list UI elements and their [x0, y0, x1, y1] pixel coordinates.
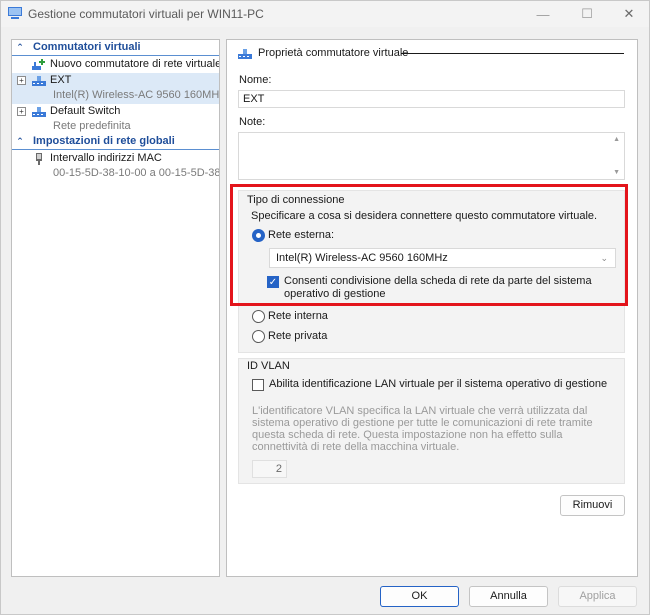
- close-button[interactable]: ✕: [609, 4, 649, 24]
- remove-button[interactable]: Rimuovi: [560, 495, 625, 516]
- network-switch-icon: [32, 107, 46, 117]
- properties-header: Proprietà commutatore virtuale: [258, 47, 409, 59]
- vlan-title: ID VLAN: [247, 360, 290, 372]
- default-switch-detail: Rete predefinita: [53, 120, 131, 132]
- private-network-label[interactable]: Rete privata: [268, 330, 327, 342]
- chevron-down-icon: ⌄: [600, 253, 608, 263]
- connection-type-group: Tipo di connessione Specificare a cosa s…: [238, 190, 625, 353]
- vlan-description: L'identificatore VLAN specifica la LAN v…: [252, 405, 593, 453]
- plus-expander-icon[interactable]: +: [17, 76, 26, 85]
- notes-label: Note:: [239, 116, 266, 128]
- network-switch-icon: [32, 76, 46, 86]
- tree-item-switch-ext[interactable]: + EXT Intel(R) Wireless-AC 9560 160MHz: [12, 73, 219, 104]
- switch-tree-panel: ⌃ Commutatori virtuali Nuovo commutatore…: [11, 39, 220, 577]
- switch-ext-detail: Intel(R) Wireless-AC 9560 160MHz: [53, 89, 220, 101]
- network-switch-icon: [238, 49, 252, 59]
- network-adapter-selected: Intel(R) Wireless-AC 9560 160MHz: [276, 252, 448, 264]
- title-bar: Gestione commutatori virtuali per WIN11-…: [1, 1, 649, 27]
- double-chevron-up-icon: ⌃: [16, 136, 24, 146]
- window-title: Gestione commutatori virtuali per WIN11-…: [28, 7, 264, 21]
- external-network-radio[interactable]: [252, 229, 265, 242]
- mac-range-detail: 00-15-5D-38-10-00 a 00-15-5D-38...: [53, 167, 220, 179]
- connection-description: Specificare a cosa si desidera connetter…: [251, 210, 598, 222]
- header-divider: [401, 53, 624, 54]
- enable-vlan-label[interactable]: Abilita identificazione LAN virtuale per…: [269, 378, 607, 390]
- section-virtual-switches[interactable]: ⌃ Commutatori virtuali: [12, 41, 219, 56]
- vlan-id-input[interactable]: 2: [252, 460, 287, 478]
- default-switch-name: Default Switch: [50, 105, 121, 117]
- name-input[interactable]: [238, 90, 625, 108]
- maximize-button[interactable]: ☐: [567, 4, 607, 24]
- section-global-settings[interactable]: ⌃ Impostazioni di rete globali: [12, 135, 219, 150]
- ok-button[interactable]: OK: [380, 586, 459, 607]
- switch-ext-name: EXT: [50, 74, 72, 86]
- connection-type-title: Tipo di connessione: [247, 194, 345, 206]
- scroll-down-icon[interactable]: ▼: [613, 169, 620, 176]
- notes-textarea[interactable]: ▲ ▼: [238, 132, 625, 180]
- section-global-settings-label: Impostazioni di rete globali: [33, 135, 175, 147]
- scroll-up-icon[interactable]: ▲: [613, 136, 620, 143]
- virtual-switch-manager-icon: [8, 7, 22, 19]
- switch-properties-panel: Proprietà commutatore virtuale Nome: Not…: [226, 39, 638, 577]
- private-network-radio[interactable]: [252, 330, 265, 343]
- allow-management-os-checkbox[interactable]: ✓: [267, 276, 279, 288]
- internal-network-label[interactable]: Rete interna: [268, 310, 328, 322]
- virtual-switch-manager-window: Gestione commutatori virtuali per WIN11-…: [0, 0, 650, 615]
- mac-range-name: Intervallo indirizzi MAC: [50, 152, 162, 164]
- section-virtual-switches-label: Commutatori virtuali: [33, 41, 141, 53]
- tree-item-new-switch[interactable]: Nuovo commutatore di rete virtuale: [12, 57, 219, 73]
- tree-item-default-switch[interactable]: + Default Switch Rete predefinita: [12, 104, 219, 135]
- network-adapter-select[interactable]: Intel(R) Wireless-AC 9560 160MHz ⌄: [269, 248, 616, 268]
- double-chevron-up-icon: ⌃: [16, 42, 24, 52]
- cancel-button[interactable]: Annulla: [469, 586, 548, 607]
- external-network-label[interactable]: Rete esterna:: [268, 229, 334, 241]
- minimize-button[interactable]: —: [523, 4, 563, 24]
- new-switch-icon: [32, 59, 45, 70]
- enable-vlan-checkbox[interactable]: [252, 379, 264, 391]
- apply-button[interactable]: Applica: [558, 586, 637, 607]
- plus-expander-icon[interactable]: +: [17, 107, 26, 116]
- name-label: Nome:: [239, 74, 272, 86]
- network-adapter-icon: [36, 153, 42, 165]
- internal-network-radio[interactable]: [252, 310, 265, 323]
- tree-item-mac-range[interactable]: Intervallo indirizzi MAC 00-15-5D-38-10-…: [12, 151, 219, 183]
- new-switch-label: Nuovo commutatore di rete virtuale: [50, 58, 220, 70]
- vlan-group: ID VLAN Abilita identificazione LAN virt…: [238, 358, 625, 484]
- allow-management-os-label[interactable]: Consenti condivisione della scheda di re…: [284, 275, 619, 301]
